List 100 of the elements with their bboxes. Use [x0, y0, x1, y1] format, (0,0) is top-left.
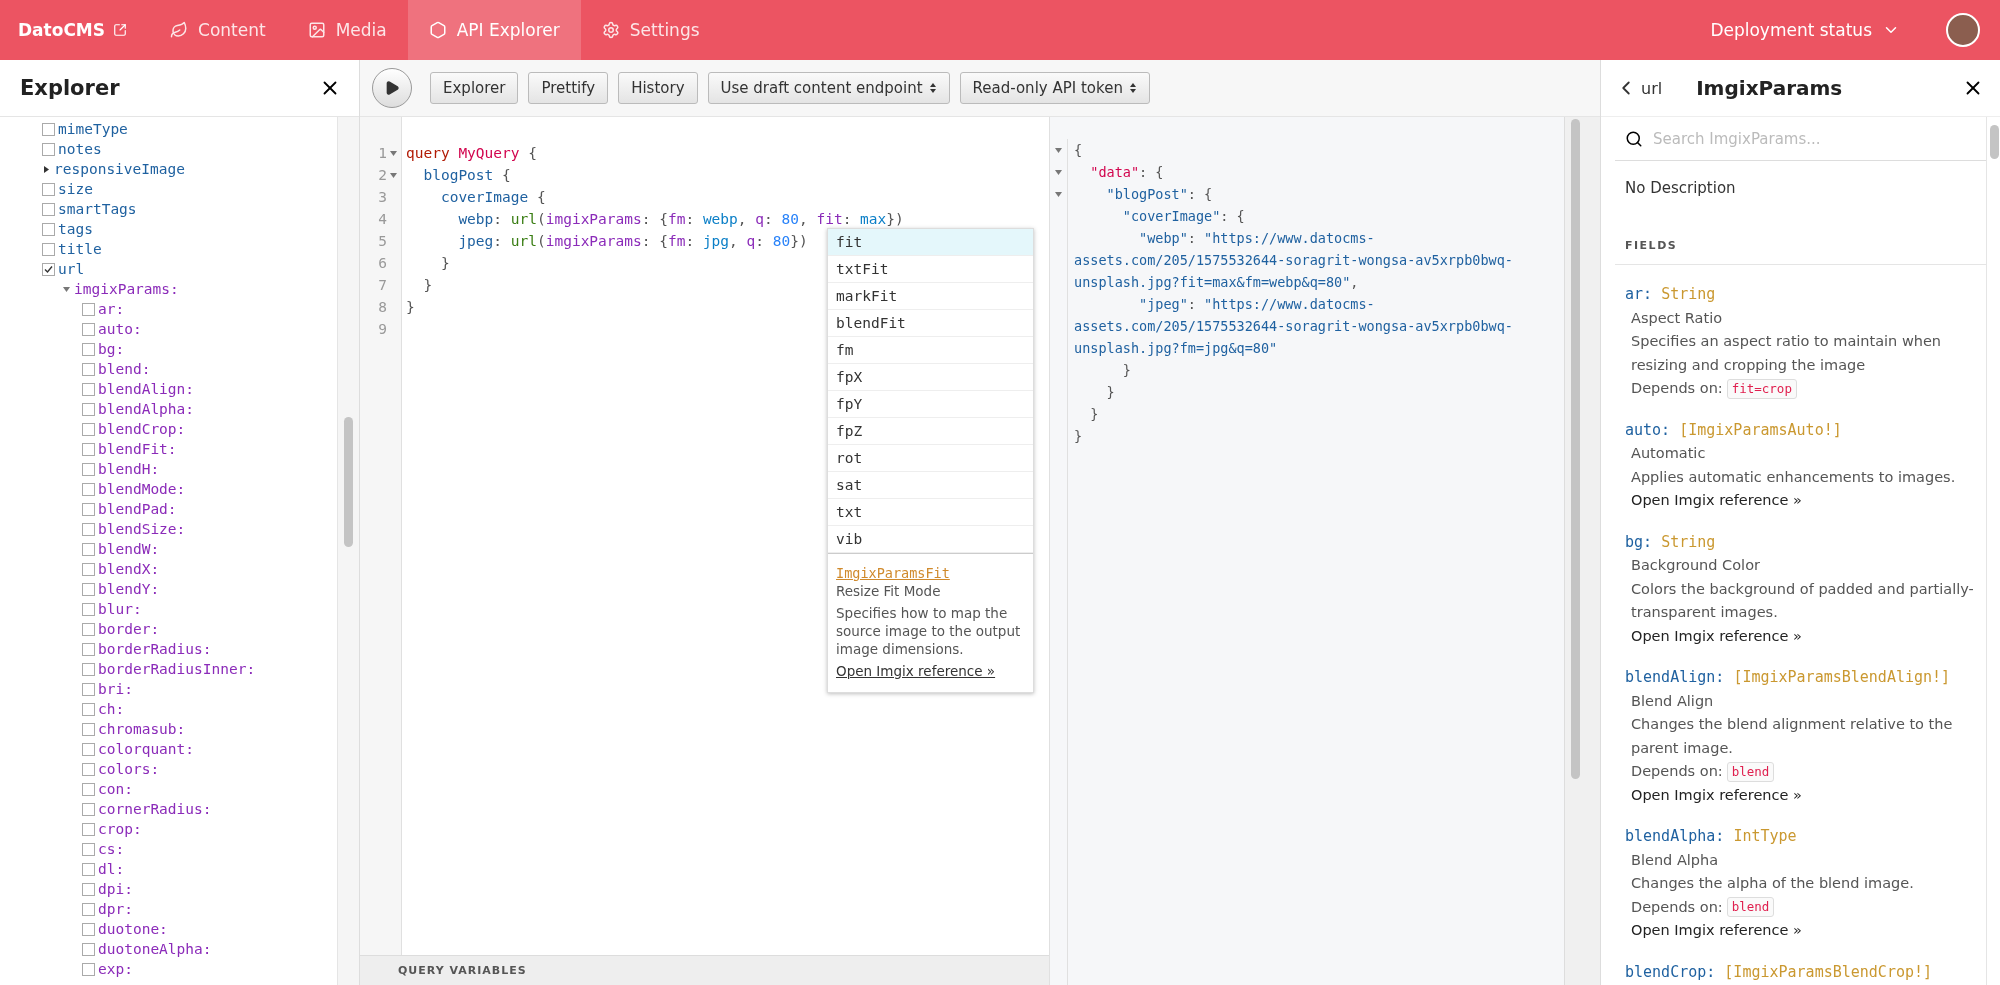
checkbox[interactable] [42, 122, 55, 136]
brand-logo[interactable]: DatoCMS [18, 0, 106, 60]
tree-item-label[interactable]: blendH: [98, 461, 160, 477]
checkbox[interactable] [82, 442, 95, 456]
checkbox[interactable] [82, 722, 95, 736]
checkbox[interactable] [82, 802, 95, 816]
suggestion-item[interactable]: blendFit [828, 310, 1033, 337]
checkbox[interactable] [82, 902, 95, 916]
toolbar-button[interactable]: Explorer [430, 72, 519, 104]
tree-item-label[interactable]: responsiveImage [54, 161, 185, 177]
tree-item-label[interactable]: crop: [98, 821, 142, 837]
checkbox[interactable] [82, 762, 95, 776]
checkbox[interactable] [82, 422, 95, 436]
field-signature[interactable]: blendAlpha: IntType [1625, 825, 1986, 849]
tree-item-label[interactable]: dpi: [98, 881, 133, 897]
tree-item-label[interactable]: tags [58, 221, 93, 237]
checkbox[interactable] [42, 142, 55, 156]
field-signature[interactable]: auto: [ImgixParamsAuto!] [1625, 418, 1986, 442]
suggestion-item[interactable]: fm [828, 337, 1033, 364]
query-variables-bar[interactable]: QUERY VARIABLES [360, 955, 1049, 985]
checkbox[interactable] [42, 262, 55, 276]
tree-item-label[interactable]: borderRadiusInner: [98, 661, 256, 677]
checkbox[interactable] [82, 522, 95, 536]
tree-item-label[interactable]: blendFit: [98, 441, 177, 457]
suggestion-item[interactable]: markFit [828, 283, 1033, 310]
tree-item-label[interactable]: cs: [98, 841, 125, 857]
checkbox[interactable] [82, 862, 95, 876]
tree-item-label[interactable]: mimeType [58, 121, 128, 137]
tree-item-label[interactable]: cornerRadius: [98, 801, 212, 817]
tree-item-label[interactable]: bri: [98, 681, 133, 697]
reference-link[interactable]: Open Imgix reference » [1631, 624, 1986, 648]
checkbox[interactable] [82, 702, 95, 716]
tree-item-label[interactable]: con: [98, 781, 133, 797]
suggestion-item[interactable]: fpX [828, 364, 1033, 391]
checkbox[interactable] [82, 502, 95, 516]
checkbox[interactable] [82, 662, 95, 676]
checkbox[interactable] [82, 342, 95, 356]
checkbox[interactable] [42, 182, 55, 196]
checkbox[interactable] [82, 742, 95, 756]
field-signature[interactable]: ar: String [1625, 283, 1986, 307]
external-link-icon[interactable] [113, 23, 128, 37]
field-signature[interactable]: bg: String [1625, 530, 1986, 554]
tree-item-label[interactable]: colors: [98, 761, 160, 777]
toolbar-select[interactable]: Read-only API token [959, 72, 1150, 104]
suggestion-item[interactable]: fpZ [828, 418, 1033, 445]
suggestion-item[interactable]: txtFit [828, 256, 1033, 283]
checkbox[interactable] [82, 642, 95, 656]
fold-arrow-icon[interactable] [1054, 189, 1063, 199]
tree-item-label[interactable]: notes [58, 141, 102, 157]
suggestion-item[interactable]: fpY [828, 391, 1033, 418]
tree-item-label[interactable]: borderRadius: [98, 641, 212, 657]
run-button[interactable] [372, 68, 412, 108]
tree-item-label[interactable]: chromasub: [98, 721, 186, 737]
checkbox[interactable] [42, 202, 55, 216]
scrollbar[interactable] [337, 117, 359, 985]
checkbox[interactable] [82, 602, 95, 616]
checkbox[interactable] [82, 782, 95, 796]
tree-item-label[interactable]: blur: [98, 601, 142, 617]
field-signature[interactable]: blendAlign: [ImgixParamsBlendAlign!] [1625, 666, 1986, 690]
suggestion-item[interactable]: fit [828, 229, 1033, 256]
field-signature[interactable]: blendCrop: [ImgixParamsBlendCrop!] [1625, 960, 1986, 984]
tree-item-label[interactable]: blendMode: [98, 481, 186, 497]
tree-item-label[interactable]: duotoneAlpha: [98, 941, 212, 957]
tree-item-label[interactable]: ar: [98, 301, 125, 317]
tree-item-label[interactable]: blendSize: [98, 521, 186, 537]
checkbox[interactable] [82, 382, 95, 396]
checkbox[interactable] [82, 402, 95, 416]
scrollbar[interactable] [1986, 117, 2000, 985]
checkbox[interactable] [82, 942, 95, 956]
reference-link[interactable]: Open Imgix reference » [1631, 783, 1986, 807]
deployment-status-dropdown[interactable]: Deployment status [1704, 0, 1906, 60]
checkbox[interactable] [82, 562, 95, 576]
suggestion-item[interactable]: rot [828, 445, 1033, 472]
tree-item-label[interactable]: blendW: [98, 541, 160, 557]
checkbox[interactable] [82, 842, 95, 856]
checkbox[interactable] [82, 482, 95, 496]
tree-item-label[interactable]: dl: [98, 861, 125, 877]
tree-item-label[interactable]: imgixParams: [74, 281, 179, 297]
tree-item-label[interactable]: title [58, 241, 102, 257]
fold-arrow-icon[interactable] [1054, 167, 1063, 177]
back-link[interactable]: url [1615, 77, 1663, 99]
tree-item-label[interactable]: blendCrop: [98, 421, 186, 437]
tree-item-label[interactable]: border: [98, 621, 160, 637]
tree-item-label[interactable]: size [58, 181, 93, 197]
tree-item-label[interactable]: exp: [98, 961, 133, 977]
tree-item-label[interactable]: dpr: [98, 901, 133, 917]
checkbox[interactable] [82, 542, 95, 556]
fold-arrow-icon[interactable] [389, 170, 398, 180]
reference-link[interactable]: Open Imgix reference » [836, 662, 1025, 680]
checkbox[interactable] [42, 222, 55, 236]
checkbox[interactable] [82, 462, 95, 476]
tree-item-label[interactable]: bg: [98, 341, 125, 357]
tree-item-label[interactable]: smartTags [58, 201, 137, 217]
tree-item-label[interactable]: blendAlpha: [98, 401, 195, 417]
fold-arrow-icon[interactable] [1054, 145, 1063, 155]
tree-item-label[interactable]: blendY: [98, 581, 160, 597]
checkbox[interactable] [82, 362, 95, 376]
scrollbar[interactable] [1564, 117, 1600, 985]
reference-link[interactable]: Open Imgix reference » [1631, 489, 1986, 513]
tree-item-label[interactable]: duotone: [98, 921, 168, 937]
